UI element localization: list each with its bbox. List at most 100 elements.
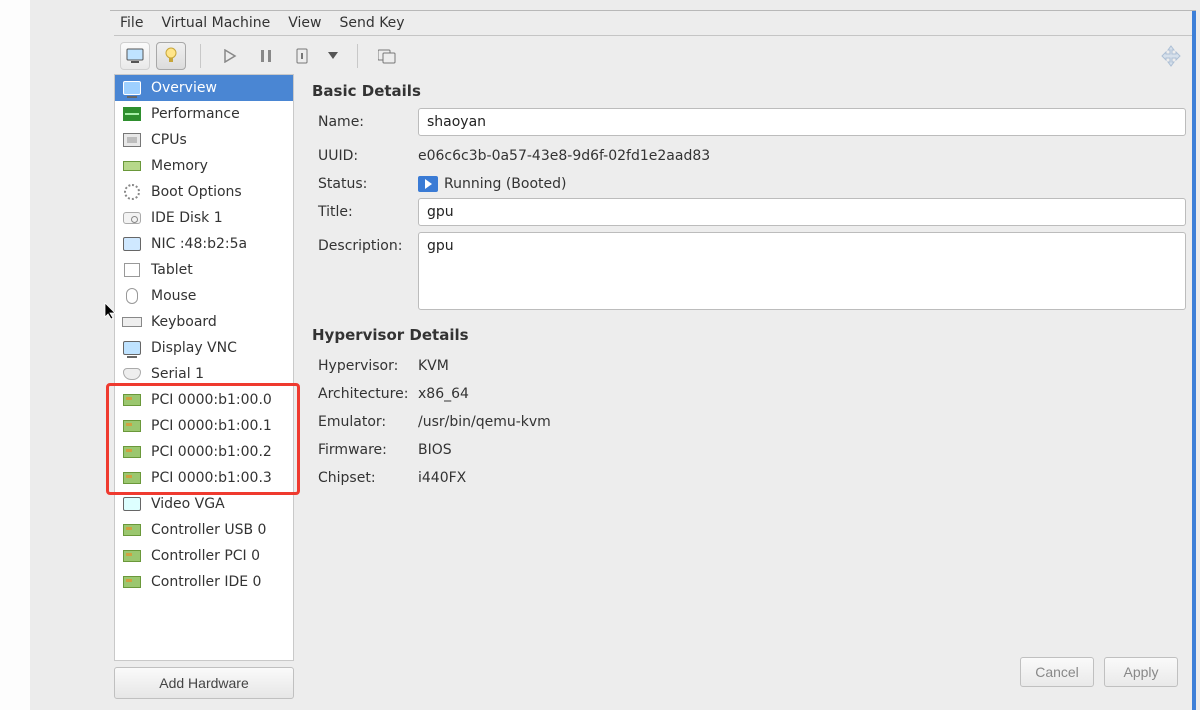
run-button[interactable] (215, 42, 245, 70)
description-input[interactable] (418, 232, 1186, 310)
value-status: Running (Booted) (418, 170, 1186, 192)
label-title: Title: (318, 198, 418, 220)
hw-item-label: CPUs (151, 132, 187, 148)
running-icon (418, 176, 438, 192)
gear-icon (121, 183, 143, 201)
hw-item-controller-usb-0[interactable]: Controller USB 0 (115, 517, 293, 543)
hw-item-nic-48-b2-5a[interactable]: NIC :48:b2:5a (115, 231, 293, 257)
pci-icon (121, 391, 143, 409)
pci-icon (121, 547, 143, 565)
hw-item-serial-1[interactable]: Serial 1 (115, 361, 293, 387)
hw-item-pci-0000-b1-00-2[interactable]: PCI 0000:b1:00.2 (115, 439, 293, 465)
hw-item-label: Memory (151, 158, 208, 174)
cursor-icon (104, 302, 118, 324)
hw-item-label: IDE Disk 1 (151, 210, 223, 226)
details-view-button[interactable] (156, 42, 186, 70)
hw-item-performance[interactable]: Performance (115, 101, 293, 127)
menubar-separator (114, 35, 1192, 36)
label-hypervisor: Hypervisor: (318, 352, 418, 374)
hw-item-label: Video VGA (151, 496, 225, 512)
shutdown-menu-button[interactable] (323, 42, 343, 70)
hw-item-tablet[interactable]: Tablet (115, 257, 293, 283)
value-hypervisor: KVM (418, 352, 1186, 374)
label-firmware: Firmware: (318, 436, 418, 458)
hw-item-keyboard[interactable]: Keyboard (115, 309, 293, 335)
nic-icon (121, 235, 143, 253)
hw-item-label: Performance (151, 106, 240, 122)
page-left-edge (0, 0, 30, 710)
hw-item-label: PCI 0000:b1:00.3 (151, 470, 272, 486)
hw-item-label: NIC :48:b2:5a (151, 236, 247, 252)
label-description: Description: (318, 232, 418, 254)
label-uuid: UUID: (318, 142, 418, 164)
hw-item-boot-options[interactable]: Boot Options (115, 179, 293, 205)
hw-item-ide-disk-1[interactable]: IDE Disk 1 (115, 205, 293, 231)
window-right-edge (1192, 11, 1196, 710)
pci-icon (121, 417, 143, 435)
snapshots-button[interactable] (372, 42, 402, 70)
monitor-icon (121, 79, 143, 97)
hw-item-display-vnc[interactable]: Display VNC (115, 335, 293, 361)
label-architecture: Architecture: (318, 380, 418, 402)
menu-virtual-machine[interactable]: Virtual Machine (161, 15, 270, 31)
value-firmware: BIOS (418, 436, 1186, 458)
shutdown-button[interactable] (287, 42, 317, 70)
hw-item-pci-0000-b1-00-0[interactable]: PCI 0000:b1:00.0 (115, 387, 293, 413)
body: Overview Performance CPUs Memory Boot Option… (110, 74, 1196, 703)
hw-item-label: Controller IDE 0 (151, 574, 261, 590)
hw-item-pci-0000-b1-00-1[interactable]: PCI 0000:b1:00.1 (115, 413, 293, 439)
chip-icon (121, 131, 143, 149)
hw-item-cpus[interactable]: CPUs (115, 127, 293, 153)
hw-item-label: Serial 1 (151, 366, 204, 382)
hw-item-controller-pci-0[interactable]: Controller PCI 0 (115, 543, 293, 569)
hw-item-label: Overview (151, 80, 217, 96)
hardware-list[interactable]: Overview Performance CPUs Memory Boot Option… (114, 74, 294, 661)
pci-icon (121, 521, 143, 539)
vm-details-window: File Virtual Machine View Send Key (110, 10, 1196, 710)
menu-send-key[interactable]: Send Key (339, 15, 404, 31)
cancel-button[interactable]: Cancel (1020, 657, 1094, 687)
add-hardware-button[interactable]: Add Hardware (114, 667, 294, 699)
hw-item-label: Tablet (151, 262, 193, 278)
toolbar-separator-1 (200, 44, 201, 68)
hw-item-overview[interactable]: Overview (115, 75, 293, 101)
hw-item-label: PCI 0000:b1:00.1 (151, 418, 272, 434)
value-uuid: e06c6c3b-0a57-43e8-9d6f-02fd1e2aad83 (418, 142, 1186, 164)
perf-icon (121, 105, 143, 123)
hw-item-label: PCI 0000:b1:00.0 (151, 392, 272, 408)
hw-item-label: PCI 0000:b1:00.2 (151, 444, 272, 460)
mouse-icon (121, 287, 143, 305)
kbd-icon (121, 313, 143, 331)
apply-button[interactable]: Apply (1104, 657, 1178, 687)
label-chipset: Chipset: (318, 464, 418, 486)
pause-button[interactable] (251, 42, 281, 70)
title-input[interactable] (418, 198, 1186, 226)
hw-item-label: Controller PCI 0 (151, 548, 260, 564)
ram-icon (121, 157, 143, 175)
label-status: Status: (318, 170, 418, 192)
name-input[interactable] (418, 108, 1186, 136)
hw-item-mouse[interactable]: Mouse (115, 283, 293, 309)
menu-view[interactable]: View (288, 15, 321, 31)
value-chipset: i440FX (418, 464, 1186, 486)
label-name: Name: (318, 108, 418, 130)
fullscreen-button[interactable] (1156, 42, 1186, 70)
section-basic-details: Basic Details (312, 82, 1186, 100)
label-emulator: Emulator: (318, 408, 418, 430)
hw-item-video-vga[interactable]: Video VGA (115, 491, 293, 517)
section-hypervisor-details: Hypervisor Details (312, 326, 1186, 344)
toolbar-separator-2 (357, 44, 358, 68)
hw-item-pci-0000-b1-00-3[interactable]: PCI 0000:b1:00.3 (115, 465, 293, 491)
hw-item-controller-ide-0[interactable]: Controller IDE 0 (115, 569, 293, 595)
hw-item-label: Controller USB 0 (151, 522, 266, 538)
tablet-icon (121, 261, 143, 279)
hw-item-label: Keyboard (151, 314, 217, 330)
serial-icon (121, 365, 143, 383)
hw-item-label: Mouse (151, 288, 196, 304)
menu-file[interactable]: File (120, 15, 143, 31)
menubar: File Virtual Machine View Send Key (110, 11, 1196, 35)
pci-icon (121, 469, 143, 487)
console-view-button[interactable] (120, 42, 150, 70)
hw-item-memory[interactable]: Memory (115, 153, 293, 179)
toolbar (110, 38, 1196, 74)
